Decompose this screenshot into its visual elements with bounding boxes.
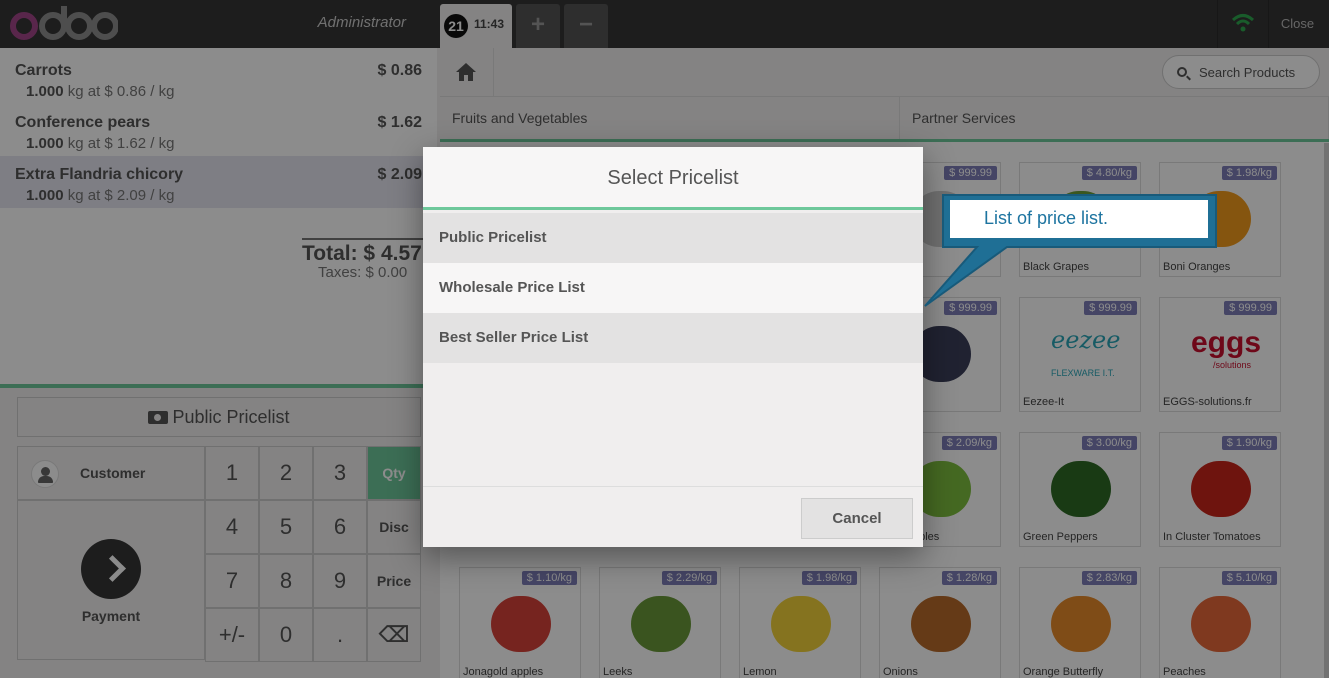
dialog-footer: Cancel (423, 486, 923, 547)
callout-text: List of price list. (950, 200, 1208, 238)
pricelist-option-best-seller[interactable]: Best Seller Price List (423, 313, 923, 363)
cancel-button[interactable]: Cancel (801, 498, 913, 539)
select-pricelist-dialog: Select Pricelist Public Pricelist Wholes… (423, 147, 923, 547)
pricelist-option-public[interactable]: Public Pricelist (423, 213, 923, 263)
pricelist-option-wholesale[interactable]: Wholesale Price List (423, 263, 923, 313)
dialog-title: Select Pricelist (423, 147, 923, 210)
